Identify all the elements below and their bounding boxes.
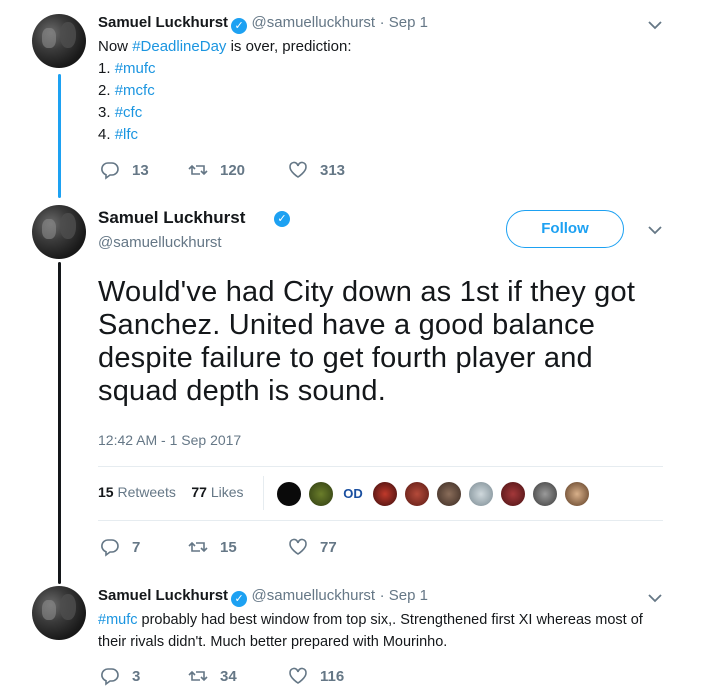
retweet-count: 120 [220, 161, 246, 179]
retweet-button[interactable]: 34 [188, 666, 288, 686]
reply-count: 3 [132, 667, 141, 685]
tweet-actions: 3 34 116 [100, 666, 388, 686]
thread-line [58, 262, 61, 584]
tweet-text: Now #DeadlineDay is over, prediction: 1.… [98, 38, 352, 143]
reply-icon [101, 539, 119, 557]
tweet-header: Samuel Luckhurst ✓ @samuelluckhurst · Sep… [98, 587, 428, 607]
liker-avatar[interactable] [307, 480, 335, 508]
liker-avatar[interactable] [467, 480, 495, 508]
liker-avatar[interactable] [403, 480, 431, 508]
tweet-text: #mufc probably had best window from top … [98, 612, 643, 650]
chevron-down-icon[interactable] [648, 593, 662, 603]
reply-count: 7 [132, 538, 141, 556]
author-handle[interactable]: @samuelluckhurst [252, 14, 376, 31]
follow-button[interactable]: Follow [506, 210, 624, 248]
author-name[interactable]: Samuel Luckhurst [98, 14, 228, 31]
hashtag-link[interactable]: #cfc [115, 104, 143, 121]
liker-avatar[interactable] [275, 480, 303, 508]
retweet-icon [188, 541, 208, 553]
heart-icon [289, 538, 307, 555]
tweet-text: Would've had City down as 1st if they go… [98, 276, 636, 407]
author-name[interactable]: Samuel Luckhurst [98, 587, 228, 604]
like-count: 77 [320, 538, 337, 556]
author-handle[interactable]: @samuelluckhurst [98, 234, 222, 251]
retweet-count: 15 [220, 538, 237, 556]
divider [98, 520, 663, 521]
heart-icon [289, 667, 307, 684]
author-handle[interactable]: @samuelluckhurst [252, 587, 376, 604]
reply-icon [101, 162, 119, 180]
divider [98, 466, 663, 467]
reply-button[interactable]: 3 [100, 666, 188, 686]
tweet-actions: 13 120 313 [100, 160, 388, 180]
verified-badge-icon: ✓ [231, 591, 248, 607]
thread-line [58, 74, 61, 198]
likes-stat[interactable]: 77 Likes [191, 484, 243, 500]
tweet-header: Samuel Luckhurst ✓ @samuelluckhurst · Sep… [98, 14, 428, 34]
liker-avatar[interactable]: OD [339, 480, 367, 508]
hashtag-link[interactable]: #mcfc [115, 82, 155, 99]
verified-badge-icon: ✓ [231, 18, 248, 34]
chevron-down-icon[interactable] [648, 225, 662, 235]
like-count: 116 [320, 667, 345, 685]
chevron-down-icon[interactable] [648, 20, 662, 30]
like-count: 313 [320, 161, 346, 179]
verified-badge-icon: ✓ [274, 211, 290, 227]
engagement-stats: 15 Retweets 77 Likes [98, 484, 244, 500]
tweet-timestamp[interactable]: 12:42 AM - 1 Sep 2017 [98, 432, 241, 448]
hashtag-link[interactable]: #DeadlineDay [132, 38, 226, 55]
retweets-stat[interactable]: 15 Retweets [98, 484, 176, 500]
hashtag-link[interactable]: #mufc [115, 60, 156, 77]
tweet-date[interactable]: · Sep 1 [380, 14, 428, 31]
author-name[interactable]: Samuel Luckhurst [98, 208, 245, 228]
avatar[interactable] [32, 586, 86, 640]
liker-avatar[interactable] [435, 480, 463, 508]
reply-count: 13 [132, 161, 149, 179]
hashtag-link[interactable]: #mufc [98, 612, 138, 628]
retweet-icon [188, 670, 208, 682]
like-button[interactable]: 116 [288, 666, 388, 686]
like-button[interactable]: 313 [288, 160, 388, 180]
liker-avatar[interactable] [499, 480, 527, 508]
hashtag-link[interactable]: #lfc [115, 126, 138, 143]
reply-button[interactable]: 13 [100, 160, 188, 180]
heart-icon [289, 161, 307, 178]
reply-button[interactable]: 7 [100, 537, 188, 557]
retweet-button[interactable]: 15 [188, 537, 288, 557]
stats-separator [263, 476, 264, 510]
liker-avatar[interactable] [563, 480, 591, 508]
avatar[interactable] [32, 14, 86, 68]
liker-avatar[interactable] [371, 480, 399, 508]
tweet-date[interactable]: · Sep 1 [380, 587, 428, 604]
reply-icon [101, 668, 119, 686]
retweet-button[interactable]: 120 [188, 160, 288, 180]
tweet-actions: 7 15 77 [100, 537, 388, 557]
liker-avatar[interactable] [531, 480, 559, 508]
retweet-icon [188, 164, 208, 176]
like-button[interactable]: 77 [288, 537, 388, 557]
avatar[interactable] [32, 205, 86, 259]
retweet-count: 34 [220, 667, 237, 685]
